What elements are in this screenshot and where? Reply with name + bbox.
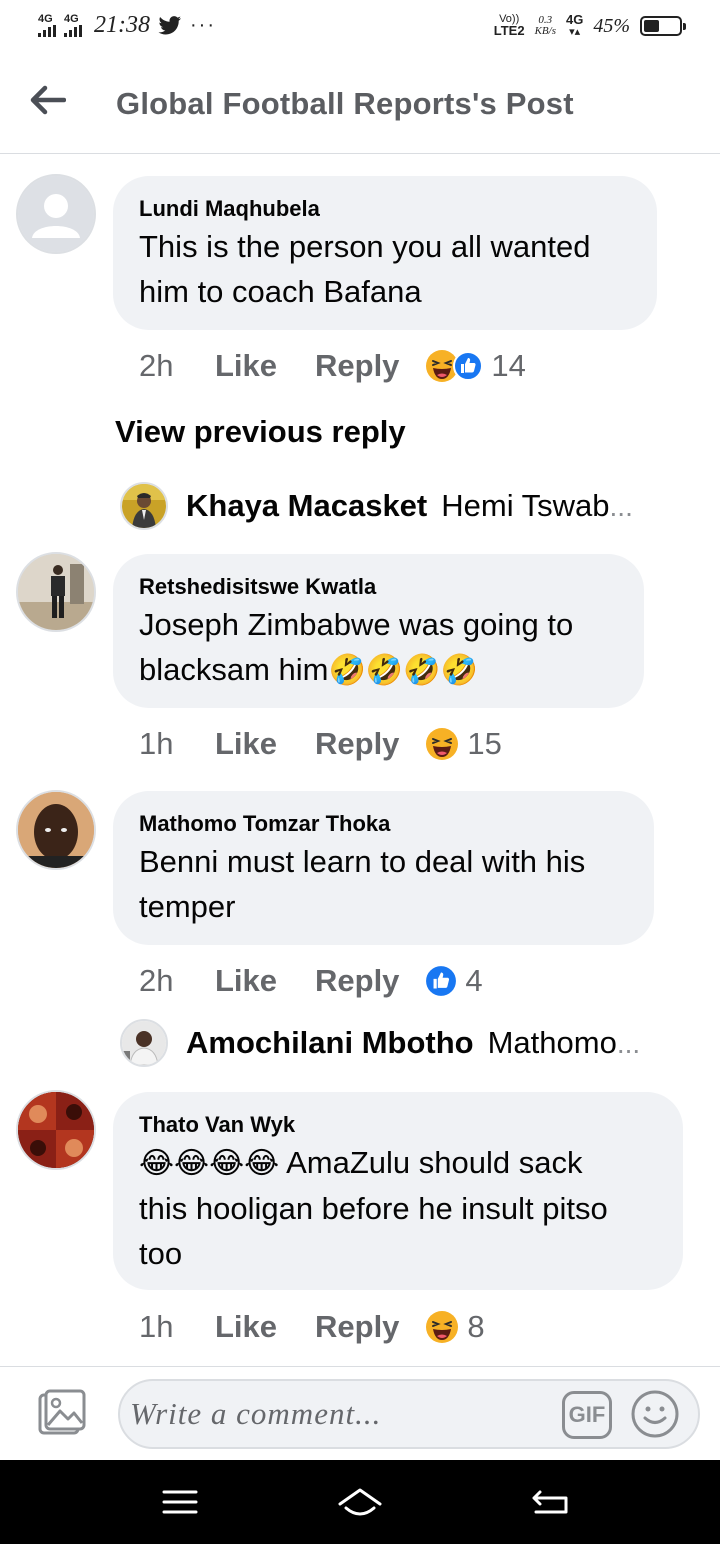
like-button[interactable]: Like: [215, 726, 315, 762]
overflow-indicator: ···: [190, 14, 216, 36]
reply-preview[interactable]: Amochilani Mbotho Mathomo...: [120, 1017, 640, 1069]
return-icon: [532, 1490, 568, 1514]
reaction-count[interactable]: 14: [491, 348, 525, 384]
status-bar: 4G 4G 21:38 ··· Vo)) LTE2 0.3 KB/s 4G ▾▴ 45…: [0, 0, 720, 58]
haha-reaction-icon: [426, 1311, 459, 1343]
photo-icon: [38, 1389, 86, 1435]
comment-actions: 2h Like Reply 14: [139, 346, 526, 386]
comment-field[interactable]: GIF: [118, 1379, 700, 1449]
comment-bubble[interactable]: Lundi Maqhubela This is the person you a…: [113, 176, 657, 330]
like-button[interactable]: Like: [215, 963, 315, 999]
comment-author[interactable]: Mathomo Tomzar Thoka: [139, 811, 628, 837]
view-previous-reply-link[interactable]: View previous reply: [115, 414, 406, 450]
home-icon: [338, 1488, 382, 1516]
reply-snippet: Mathomo...: [487, 1025, 641, 1060]
menu-icon: [162, 1490, 198, 1514]
comment-input[interactable]: [130, 1387, 550, 1441]
reply-author: Khaya Macasket: [186, 488, 428, 523]
comment-actions: 1h Like Reply 15: [139, 724, 502, 764]
gif-button[interactable]: GIF: [562, 1391, 612, 1439]
twitter-icon: [158, 15, 181, 34]
comment-time[interactable]: 2h: [139, 963, 215, 999]
reactions[interactable]: [425, 349, 484, 383]
reply-button[interactable]: Reply: [315, 963, 399, 999]
comment-text: Benni must learn to deal with his temper: [139, 844, 586, 924]
page-title: Global Football Reports's Post: [116, 86, 574, 121]
sim1-signal-icon: 4G: [38, 14, 56, 37]
reaction-count[interactable]: 15: [467, 726, 501, 762]
like-button[interactable]: Like: [215, 1309, 315, 1345]
reply-button[interactable]: Reply: [315, 726, 399, 762]
back-button[interactable]: [28, 82, 68, 118]
avatar[interactable]: [16, 552, 96, 632]
comment-text: 😂😂😂😂 AmaZulu should sack this hooligan be…: [139, 1145, 608, 1271]
network-speed: 0.3 KB/s: [534, 14, 556, 37]
post-header: Global Football Reports's Post: [0, 58, 720, 154]
reactions[interactable]: [425, 1310, 459, 1344]
clock: 21:38: [94, 12, 150, 38]
avatar[interactable]: [16, 174, 96, 254]
reaction-count[interactable]: 8: [467, 1309, 484, 1345]
comment-bubble[interactable]: Retshedisitswe Kwatla Joseph Zimbabwe wa…: [113, 554, 644, 708]
smiley-icon: [631, 1390, 679, 1438]
reply-snippet: Hemi Tswab...: [441, 488, 633, 523]
menu-nav-button[interactable]: [156, 1482, 204, 1522]
comment-time[interactable]: 2h: [139, 348, 215, 384]
comment-bubble[interactable]: Mathomo Tomzar Thoka Benni must learn to…: [113, 791, 654, 945]
comment-author[interactable]: Lundi Maqhubela: [139, 196, 631, 222]
comment-text: This is the person you all wanted him to …: [139, 229, 591, 309]
comment-time[interactable]: 1h: [139, 1309, 215, 1345]
avatar[interactable]: [16, 1090, 96, 1170]
reply-button[interactable]: Reply: [315, 348, 399, 384]
battery-percent: 45%: [593, 14, 630, 37]
joy-emoji-icon: 😂😂😂😂: [139, 1146, 280, 1181]
network-type-icon: 4G ▾▴: [565, 12, 584, 38]
comment-composer: GIF: [0, 1366, 720, 1460]
home-nav-button[interactable]: [336, 1482, 384, 1522]
reply-avatar: [120, 482, 168, 530]
reactions[interactable]: [425, 965, 457, 997]
emoji-button[interactable]: [630, 1389, 680, 1439]
avatar[interactable]: [16, 790, 96, 870]
reply-avatar: [120, 1019, 168, 1067]
comment-time[interactable]: 1h: [139, 726, 215, 762]
reply-button[interactable]: Reply: [315, 1309, 399, 1345]
back-arrow-icon: [30, 85, 66, 115]
rofl-emoji-icon: 🤣🤣🤣🤣: [328, 653, 478, 688]
like-reaction-icon: [426, 966, 457, 996]
reply-preview[interactable]: Khaya Macasket Hemi Tswab...: [120, 480, 633, 532]
volte-indicator: Vo)) LTE2: [493, 13, 525, 38]
comment-text: Joseph Zimbabwe was going to blacksam him…: [139, 607, 574, 688]
comment-author[interactable]: Thato Van Wyk: [139, 1112, 657, 1138]
reaction-count[interactable]: 4: [465, 963, 482, 999]
comment-bubble[interactable]: Thato Van Wyk 😂😂😂😂 AmaZulu should sack th…: [113, 1092, 683, 1290]
reply-author: Amochilani Mbotho: [186, 1025, 474, 1060]
reactions[interactable]: [425, 727, 459, 761]
back-nav-button[interactable]: [526, 1482, 574, 1522]
default-avatar-icon: [18, 176, 94, 252]
photo-button[interactable]: [36, 1387, 88, 1439]
like-reaction-icon: [453, 351, 484, 381]
system-nav-bar: [0, 1460, 720, 1544]
comment-actions: 2h Like Reply 4: [139, 961, 483, 1001]
haha-reaction-icon: [426, 728, 459, 760]
sim2-signal-icon: 4G: [64, 14, 82, 37]
battery-icon: [640, 16, 686, 36]
comment-actions: 1h Like Reply 8: [139, 1307, 485, 1347]
comment-author[interactable]: Retshedisitswe Kwatla: [139, 574, 618, 600]
like-button[interactable]: Like: [215, 348, 315, 384]
